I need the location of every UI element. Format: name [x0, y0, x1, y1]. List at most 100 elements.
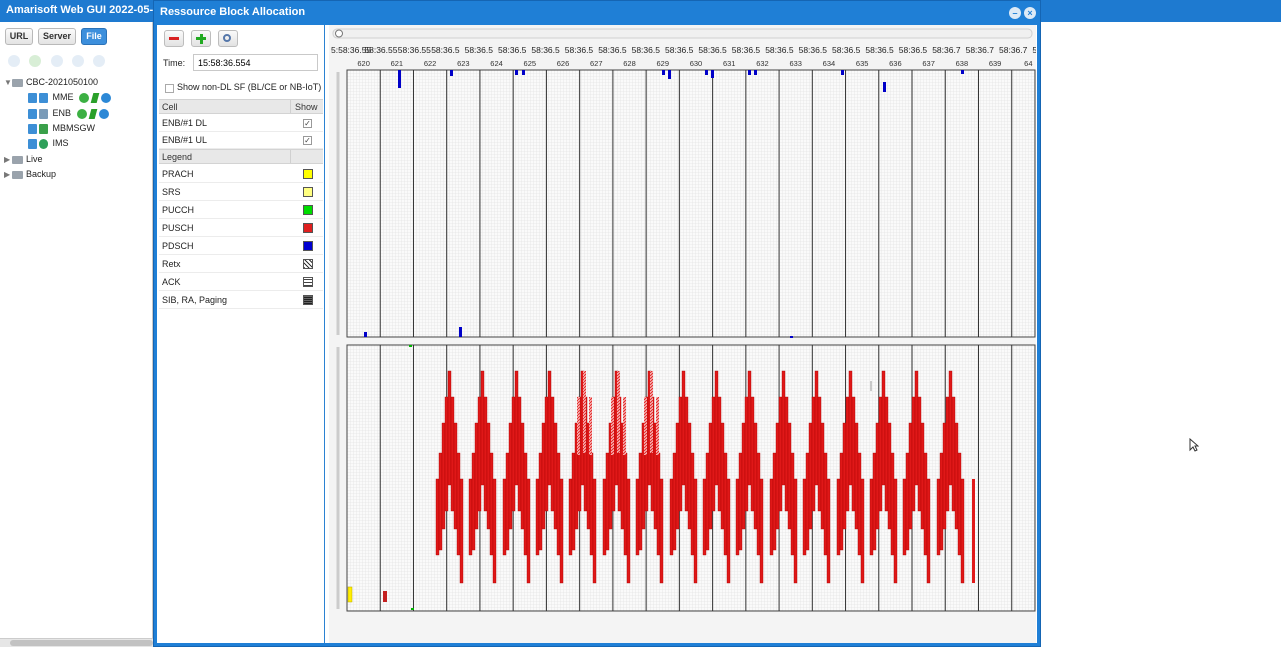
frame-label: 622 — [424, 59, 437, 68]
mme-server-icon — [39, 92, 48, 103]
copy-icon[interactable] — [51, 55, 63, 67]
pdsch-block — [961, 70, 964, 74]
tree-root[interactable]: ▼ CBC-2021050100 — [4, 75, 98, 89]
server-button[interactable]: Server — [38, 28, 76, 45]
tree-item-mme[interactable]: MME — [28, 90, 112, 104]
zoom-out-button[interactable] — [164, 30, 184, 47]
show-checkbox[interactable]: ✓ — [303, 136, 312, 145]
search-button[interactable] — [218, 30, 238, 47]
pusch-block — [687, 422, 692, 530]
pusch-block — [459, 478, 464, 584]
expand-arrow-icon[interactable]: ▶ — [4, 168, 12, 182]
frame-label: 620 — [357, 59, 370, 68]
pusch-block — [738, 452, 743, 551]
legend-swatch — [303, 223, 313, 233]
non-dl-checkbox[interactable] — [165, 84, 174, 93]
tree-item-mbmsgw[interactable]: MBMSGW — [28, 121, 95, 135]
tree-item-label: ENB — [52, 108, 72, 118]
cell-row[interactable]: ENB/#1 DL ✓ — [159, 115, 323, 132]
pusch-block — [656, 452, 661, 556]
pusch-block — [917, 396, 922, 512]
show-checkbox[interactable]: ✓ — [303, 119, 312, 128]
zoom-in-button[interactable] — [191, 30, 211, 47]
settings-icon[interactable] — [93, 55, 105, 67]
ok-icon — [79, 92, 90, 103]
time-input[interactable] — [193, 54, 318, 71]
pdsch-block — [522, 70, 525, 75]
refresh-icon[interactable] — [72, 55, 84, 67]
pusch-block — [492, 478, 497, 584]
pusch-block — [848, 370, 853, 486]
pusch-block — [553, 422, 558, 530]
pusch-block — [602, 478, 607, 556]
pusch-block — [514, 370, 519, 486]
legend-row-srs: SRS — [159, 184, 323, 201]
play-icon[interactable] — [101, 92, 112, 103]
pusch-block — [817, 396, 822, 512]
rb-chart: 5:58:36.5558:36.55 58:36.55 58:36.5 58:36.5… — [331, 28, 1089, 612]
time-tick-label: 58:36.5 — [899, 45, 928, 55]
cell-column-header: Cell — [162, 102, 178, 112]
pusch-block — [726, 478, 731, 584]
pusch-block — [826, 478, 831, 584]
close-icon[interactable]: × — [1024, 7, 1036, 19]
cell-row[interactable]: ENB/#1 UL ✓ — [159, 132, 323, 149]
pusch-block — [480, 370, 485, 486]
frame-label: 621 — [391, 59, 404, 68]
pusch-block — [911, 396, 916, 512]
pdsch-block — [668, 70, 671, 79]
tree-folder-backup[interactable]: ▶ Backup — [4, 167, 56, 181]
time-scrollbar — [332, 28, 1033, 39]
retx-block — [623, 397, 626, 455]
legend-row-pdsch: PDSCH — [159, 238, 323, 255]
tree-folder-live[interactable]: ▶ Live — [4, 152, 43, 166]
legend-label: PUSCH — [162, 223, 194, 233]
show-column-header[interactable]: Show — [295, 102, 318, 112]
collapse-arrow-icon[interactable]: ▼ — [4, 76, 12, 90]
cell-label: ENB/#1 UL — [162, 135, 208, 145]
url-button[interactable]: URL — [5, 28, 33, 45]
pusch-block — [881, 370, 886, 486]
play-icon[interactable] — [98, 108, 109, 119]
folder-icon — [12, 170, 23, 179]
pusch-block — [957, 452, 962, 556]
pusch-block — [808, 422, 813, 530]
legend-label: PRACH — [162, 169, 194, 179]
pusch-block — [908, 422, 913, 530]
search-icon[interactable] — [8, 55, 20, 67]
pusch-block — [887, 422, 892, 530]
check-icon[interactable] — [29, 55, 41, 67]
pusch-block — [750, 396, 755, 512]
pusch-block — [948, 370, 953, 486]
horizontal-scrollbar[interactable] — [0, 638, 153, 647]
pusch-block — [471, 452, 476, 551]
pusch-block — [920, 422, 925, 530]
pdsch-block — [515, 70, 518, 75]
pusch-block — [793, 478, 798, 584]
frame-label: 637 — [922, 59, 935, 68]
file-button[interactable]: File — [81, 28, 107, 45]
pusch-block — [511, 396, 516, 512]
pusch-block — [635, 478, 640, 556]
frame-label: 64 — [1024, 59, 1032, 68]
column-divider — [290, 150, 291, 163]
pusch-block — [851, 396, 856, 512]
pusch-block — [875, 422, 880, 530]
legend-swatch — [303, 205, 313, 215]
pusch-block — [520, 422, 525, 530]
restore-icon[interactable]: – — [1009, 7, 1021, 19]
legend-swatch — [303, 295, 313, 305]
expand-arrow-icon[interactable]: ▶ — [4, 153, 12, 167]
pusch-block — [435, 478, 440, 556]
cell-label: ENB/#1 DL — [162, 118, 208, 128]
tree-item-enb[interactable]: ENB — [28, 106, 109, 120]
legend-row-pucch: PUCCH — [159, 202, 323, 219]
tree-item-ims[interactable]: IMS — [28, 136, 69, 150]
pdsch-block — [841, 70, 844, 75]
legend-swatch — [303, 259, 313, 269]
pdsch-block — [662, 70, 665, 75]
pusch-block — [592, 478, 597, 584]
scrollbar-thumb[interactable] — [10, 640, 153, 646]
pusch-block — [869, 478, 874, 556]
tree-folder-label: Live — [26, 154, 43, 164]
